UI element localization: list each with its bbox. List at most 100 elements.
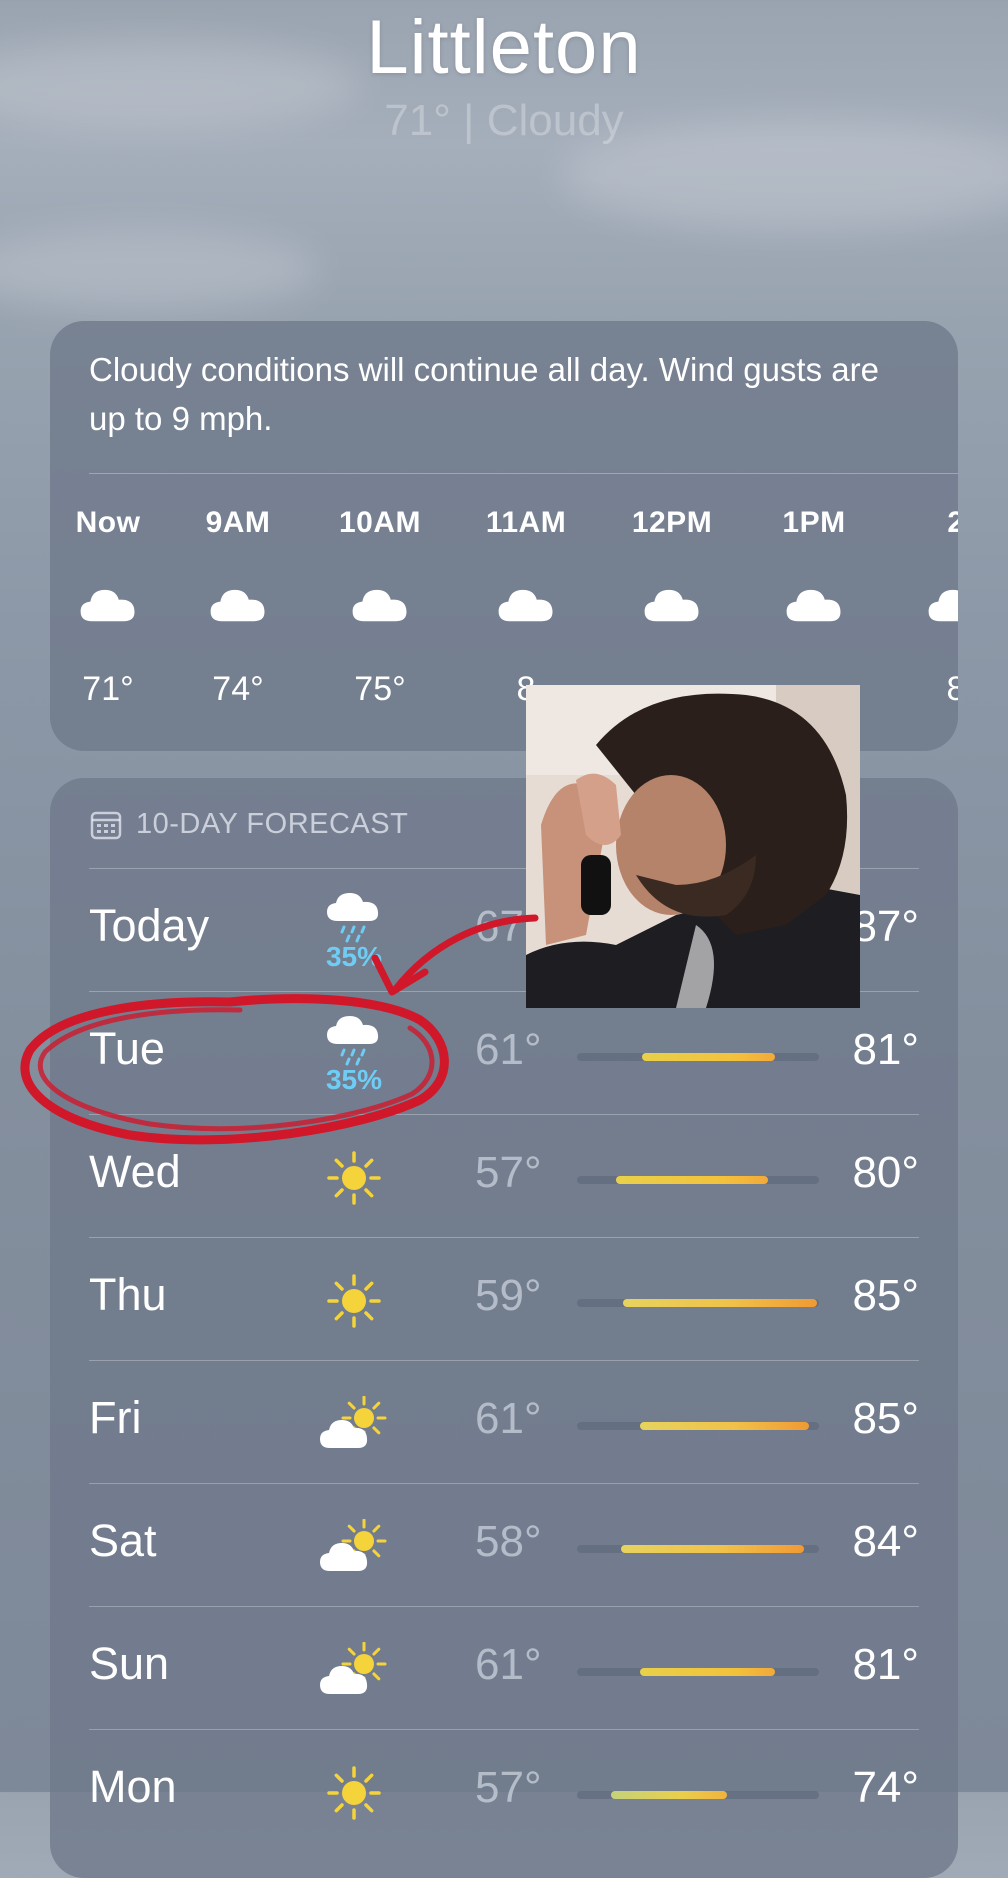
low-temp: 61° bbox=[475, 1640, 542, 1689]
card-divider bbox=[89, 473, 958, 474]
temp-range-track bbox=[577, 1176, 819, 1184]
hour-label: Now bbox=[75, 506, 141, 539]
cloud-icon bbox=[644, 590, 699, 622]
temp-range-track bbox=[577, 1299, 819, 1307]
forecast-row-thu[interactable]: Thu 59° 85° bbox=[89, 1239, 919, 1362]
hour-label: 1PM bbox=[782, 506, 846, 539]
day-icon bbox=[309, 1251, 399, 1351]
current-conditions: 71° | Cloudy bbox=[384, 96, 624, 145]
hour-icon bbox=[466, 578, 586, 632]
temp-range-fill bbox=[622, 1299, 817, 1307]
temp-range-fill bbox=[610, 1791, 728, 1799]
temp-range-track bbox=[577, 1791, 819, 1799]
hour-icon bbox=[320, 578, 440, 632]
low-temp: 59° bbox=[475, 1271, 542, 1320]
day-icon bbox=[309, 1620, 399, 1720]
hour-icon bbox=[754, 578, 874, 632]
cloud-icon bbox=[928, 590, 958, 622]
day-label: Thu bbox=[89, 1269, 167, 1320]
temp-range-fill bbox=[615, 1176, 769, 1184]
day-label: Tue bbox=[89, 1023, 165, 1074]
calendar-icon bbox=[90, 811, 122, 839]
forecast-header: 10-DAY FORECAST bbox=[90, 808, 408, 841]
reaction-photo bbox=[526, 685, 860, 1008]
precip-chance: 35% bbox=[325, 941, 383, 972]
temp-range-fill bbox=[642, 1053, 776, 1061]
temp-range-track bbox=[577, 1545, 819, 1553]
cloud-icon bbox=[498, 590, 553, 622]
low-temp: 57° bbox=[475, 1763, 542, 1812]
hour-column-4: 12PM bbox=[612, 506, 732, 670]
partly-sunny-icon bbox=[320, 1519, 387, 1571]
day-icon bbox=[309, 1743, 399, 1843]
day-label: Today bbox=[89, 900, 210, 951]
low-temp: 67 bbox=[475, 902, 524, 951]
forecast-row-tue[interactable]: Tue 35% 61° 81° bbox=[89, 993, 919, 1116]
hour-label: 12PM bbox=[631, 506, 713, 539]
temp-range-fill bbox=[620, 1545, 805, 1553]
cloud-rain-icon bbox=[327, 1016, 379, 1066]
day-label: Sat bbox=[89, 1515, 157, 1566]
hour-column-3: 11AM 8 bbox=[466, 506, 586, 709]
cloud-icon bbox=[210, 590, 265, 622]
hour-column-0: Now 71° bbox=[50, 506, 168, 709]
high-temp: 84° bbox=[852, 1517, 919, 1566]
low-temp: 61° bbox=[475, 1394, 542, 1443]
partly-sunny-icon bbox=[320, 1396, 387, 1448]
hour-column-1: 9AM 74° bbox=[178, 506, 298, 709]
temp-range-track bbox=[577, 1053, 819, 1061]
day-icon: 35% bbox=[309, 882, 399, 982]
city-name: Littleton bbox=[366, 5, 642, 90]
low-temp: 58° bbox=[475, 1517, 542, 1566]
row-divider bbox=[89, 1606, 919, 1607]
hour-column-2: 10AM 75° bbox=[320, 506, 440, 709]
high-temp: 87° bbox=[852, 902, 919, 951]
hour-icon bbox=[896, 578, 958, 632]
low-temp: 61° bbox=[475, 1025, 542, 1074]
precip-chance: 35% bbox=[325, 1064, 383, 1095]
partly-sunny-icon bbox=[320, 1642, 387, 1694]
hour-icon bbox=[50, 578, 168, 632]
cloud-rain-icon bbox=[327, 893, 379, 943]
cloud-icon bbox=[80, 590, 135, 622]
hour-label: 11AM bbox=[485, 506, 567, 539]
sun-icon bbox=[327, 1274, 381, 1328]
weather-summary: Cloudy conditions will continue all day.… bbox=[89, 351, 879, 437]
hour-label: 10AM bbox=[338, 506, 422, 539]
hour-icon bbox=[178, 578, 298, 632]
temp-range-track bbox=[577, 1422, 819, 1430]
forecast-row-sun[interactable]: Sun 61° 81° bbox=[89, 1608, 919, 1731]
day-label: Mon bbox=[89, 1761, 177, 1812]
high-temp: 85° bbox=[852, 1271, 919, 1320]
high-temp: 81° bbox=[852, 1025, 919, 1074]
hour-column-5: 1PM bbox=[754, 506, 874, 670]
hour-icon bbox=[612, 578, 732, 632]
row-divider bbox=[89, 1483, 919, 1484]
high-temp: 81° bbox=[852, 1640, 919, 1689]
forecast-row-sat[interactable]: Sat 58° 84° bbox=[89, 1485, 919, 1608]
day-icon: 35% bbox=[309, 1005, 399, 1105]
forecast-row-wed[interactable]: Wed 57° 80° bbox=[89, 1116, 919, 1239]
temp-range-fill bbox=[639, 1422, 810, 1430]
hour-column-6: 2 8 bbox=[896, 506, 958, 709]
cloud-icon bbox=[352, 590, 407, 622]
row-divider bbox=[89, 1237, 919, 1238]
row-divider bbox=[89, 1729, 919, 1730]
day-icon bbox=[309, 1128, 399, 1228]
forecast-row-mon[interactable]: Mon 57° 74° bbox=[89, 1731, 919, 1854]
temp-range-fill bbox=[639, 1668, 776, 1676]
day-label: Fri bbox=[89, 1392, 142, 1443]
high-temp: 85° bbox=[852, 1394, 919, 1443]
hour-temp: 75° bbox=[354, 670, 406, 708]
low-temp: 57° bbox=[475, 1148, 542, 1197]
day-icon bbox=[309, 1374, 399, 1474]
high-temp: 80° bbox=[852, 1148, 919, 1197]
day-label: Sun bbox=[89, 1638, 170, 1689]
day-label: Wed bbox=[89, 1146, 181, 1197]
hour-label: 2 bbox=[947, 506, 958, 539]
row-divider bbox=[89, 1360, 919, 1361]
forecast-row-fri[interactable]: Fri 61° 85° bbox=[89, 1362, 919, 1485]
high-temp: 74° bbox=[852, 1763, 919, 1812]
sun-icon bbox=[327, 1766, 381, 1820]
cloud-icon bbox=[786, 590, 841, 622]
